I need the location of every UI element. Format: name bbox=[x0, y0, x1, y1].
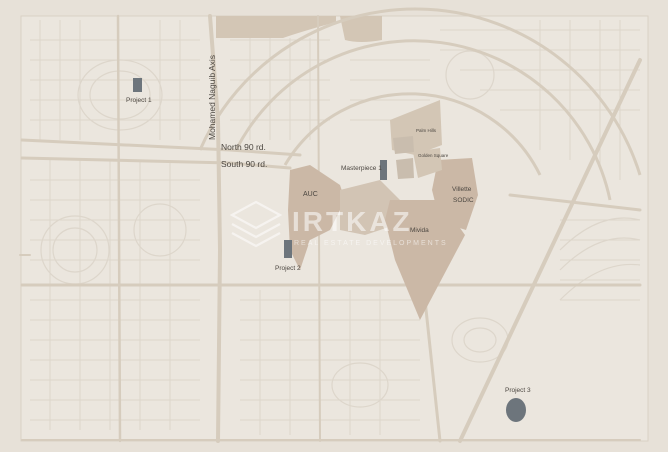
district-label-sodic: SODIC bbox=[453, 197, 474, 204]
road-label-mohamed-naguib: Mohamed Naguib Axis bbox=[207, 55, 217, 140]
project-2-label: Project 2 bbox=[275, 265, 301, 272]
project-1-label: Project 1 bbox=[126, 97, 152, 104]
project-2-marker[interactable] bbox=[284, 240, 292, 258]
road-label-south-90: South 90 rd. bbox=[221, 159, 267, 169]
district-label-palm-hills: Palm Hills bbox=[416, 128, 437, 133]
project-3-label: Project 3 bbox=[505, 387, 531, 394]
district-sub-block bbox=[393, 136, 414, 154]
project-1-marker[interactable] bbox=[133, 78, 142, 92]
district-label-villette: Villette bbox=[452, 186, 472, 193]
district-label-golden-square: Golden Square bbox=[418, 153, 449, 158]
masterpiece-1-label: Masterpiece 1 bbox=[341, 165, 382, 172]
map-canvas[interactable]: IRTKAZ REAL ESTATE DEVELOPMENTS Mohamed … bbox=[0, 0, 668, 452]
district-label-auc: AUC bbox=[303, 191, 318, 198]
watermark-tagline: REAL ESTATE DEVELOPMENTS bbox=[294, 240, 448, 247]
road-label-north-90: North 90 rd. bbox=[221, 142, 266, 152]
district-sub-block bbox=[396, 158, 414, 179]
project-3-marker[interactable] bbox=[506, 398, 526, 422]
map-view[interactable]: IRTKAZ REAL ESTATE DEVELOPMENTS Mohamed … bbox=[0, 0, 668, 452]
watermark-brand: IRTKAZ bbox=[292, 206, 413, 237]
district-label-mivida: Mivida bbox=[410, 227, 429, 234]
